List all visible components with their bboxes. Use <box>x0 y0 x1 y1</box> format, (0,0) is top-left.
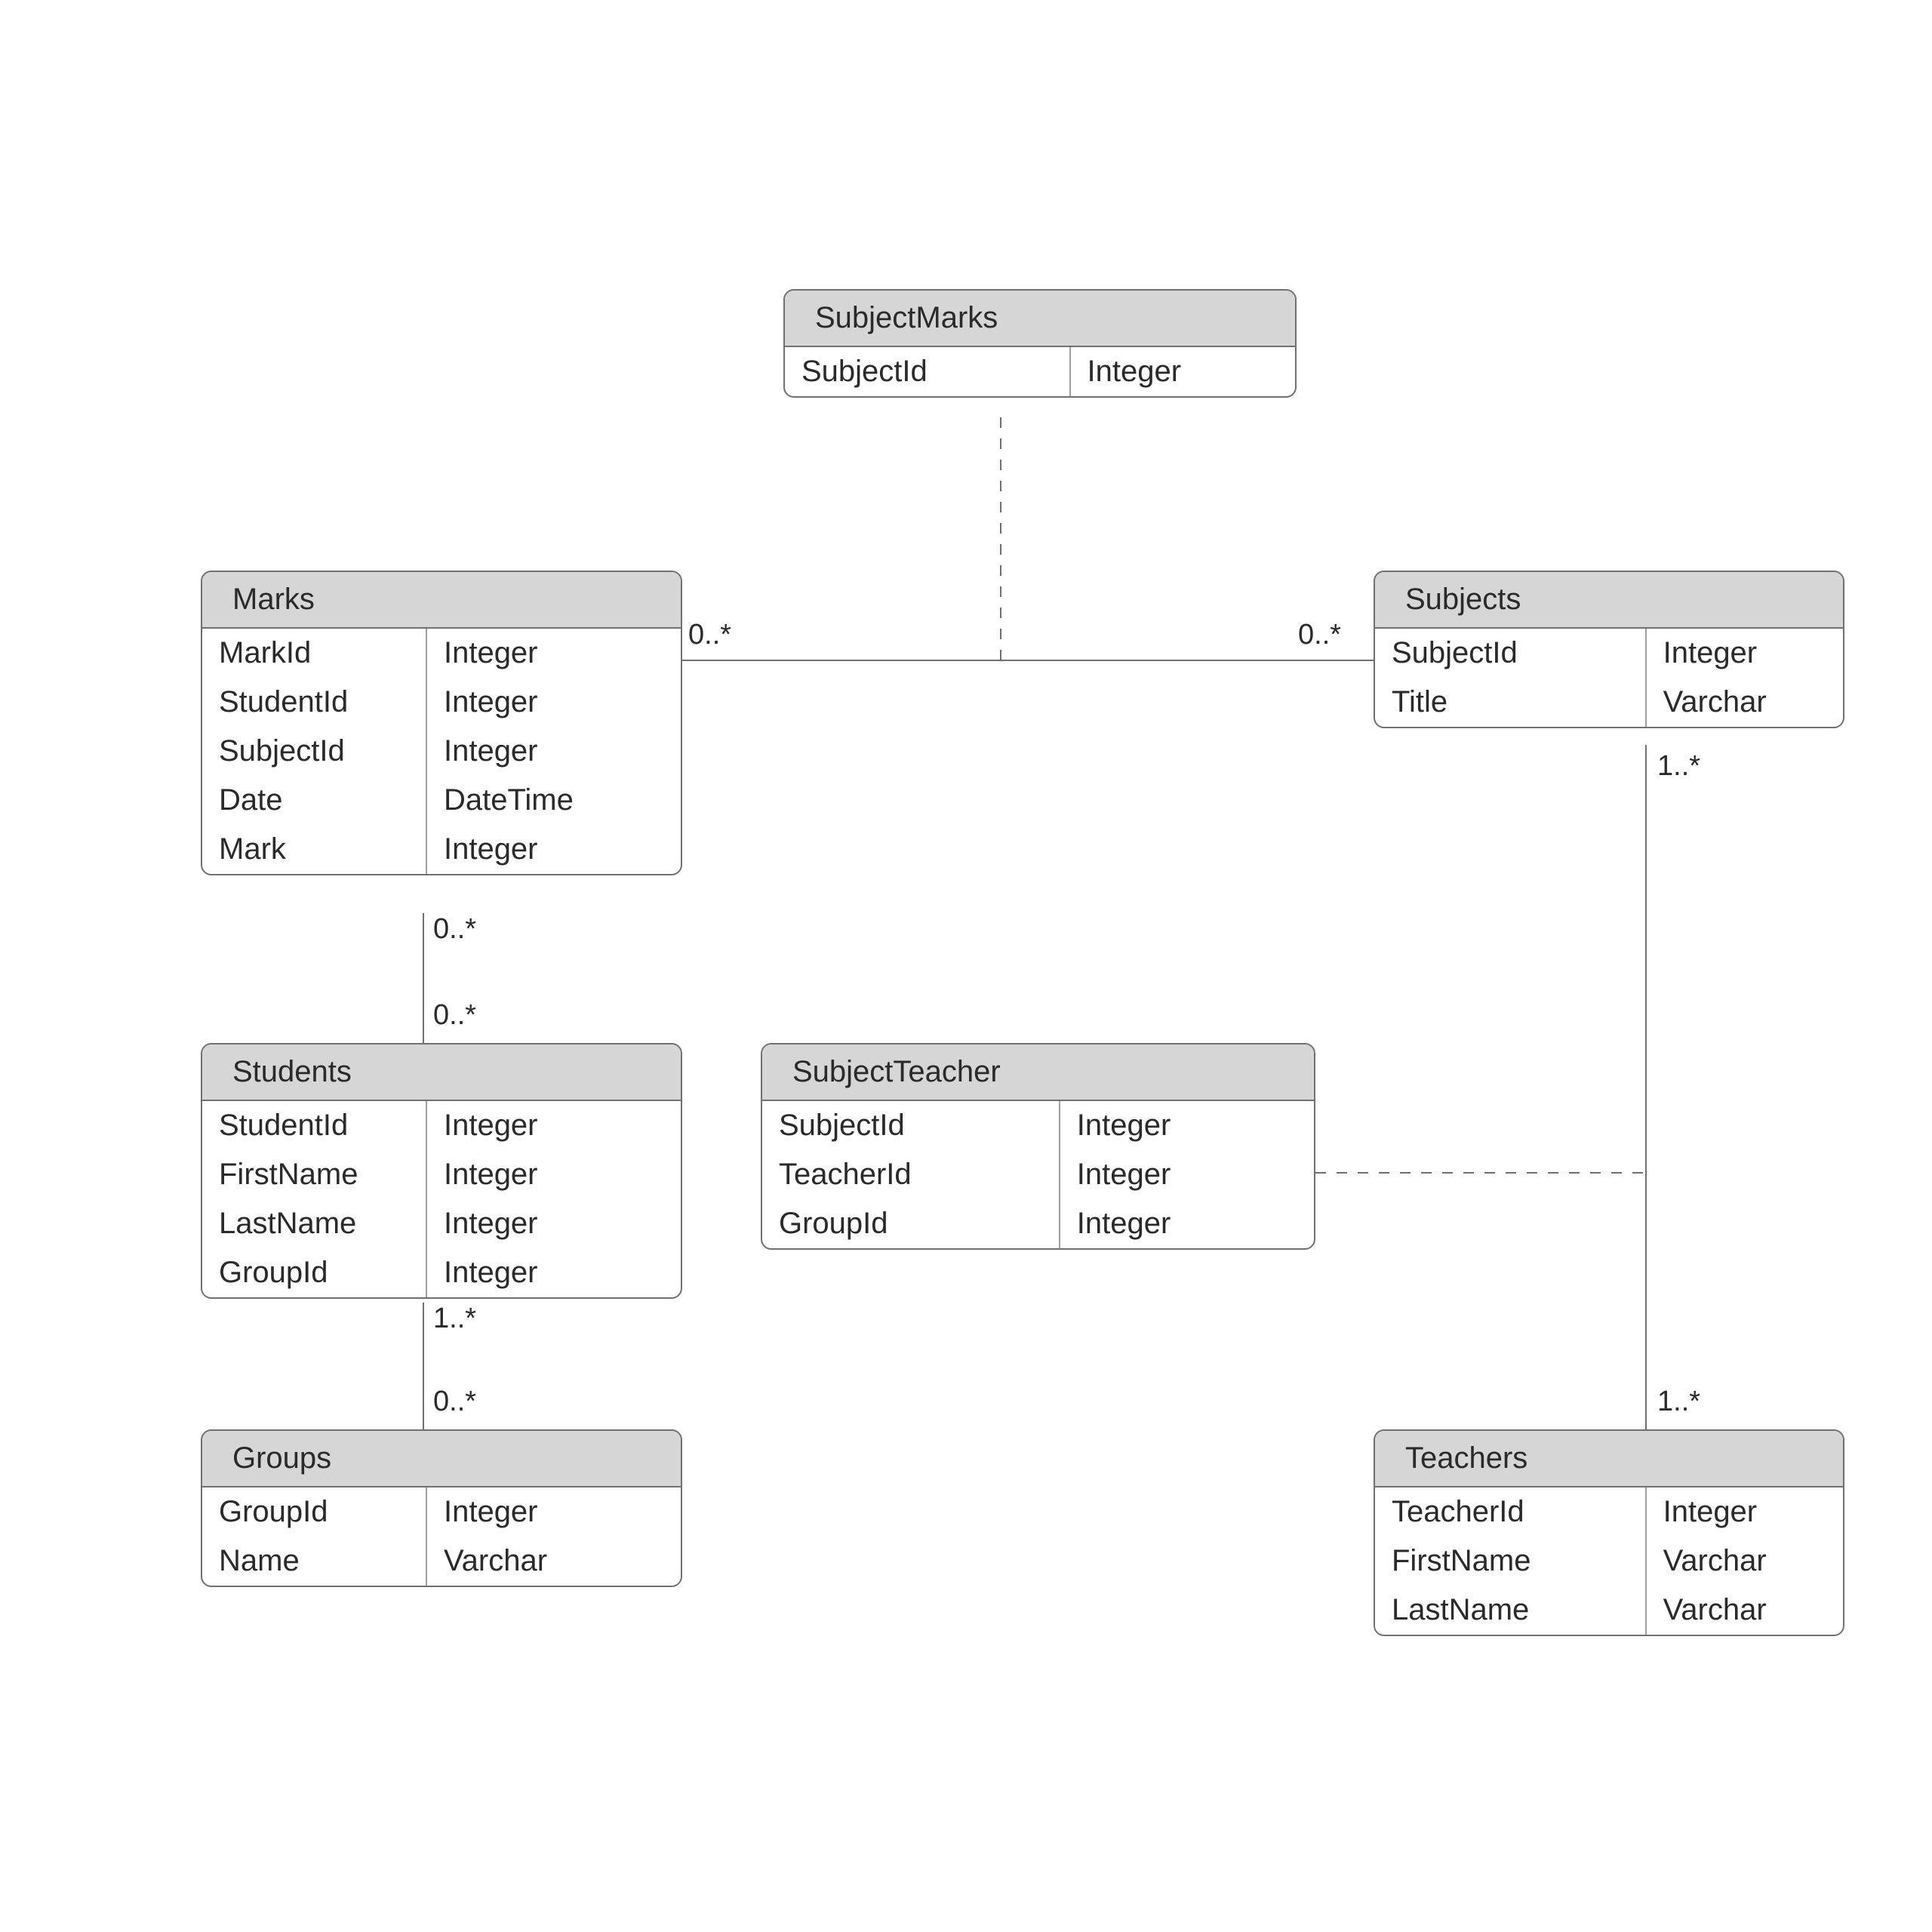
entity-subjectteacher: SubjectTeacher SubjectId Integer Teacher… <box>761 1043 1315 1250</box>
entity-title: Subjects <box>1375 572 1843 629</box>
table-row: Mark Integer <box>202 825 681 874</box>
field-type: Integer <box>427 1101 681 1150</box>
table-row: SubjectId Integer <box>1375 629 1843 678</box>
field-name: TeacherId <box>762 1150 1060 1199</box>
table-row: LastName Integer <box>202 1199 681 1248</box>
table-row: GroupId Integer <box>202 1248 681 1297</box>
entity-title: Students <box>202 1044 681 1101</box>
field-type: Varchar <box>1647 1537 1843 1586</box>
entity-title: Teachers <box>1375 1431 1843 1487</box>
table-row: SubjectId Integer <box>202 727 681 776</box>
entity-title: Marks <box>202 572 681 629</box>
multiplicity-marks-subjects-left: 0..* <box>688 619 731 651</box>
field-type: Integer <box>427 727 681 776</box>
field-type: Varchar <box>1647 1586 1843 1635</box>
entity-students: Students StudentId Integer FirstName Int… <box>201 1043 682 1299</box>
field-type: Integer <box>1060 1101 1314 1150</box>
field-name: FirstName <box>1375 1537 1647 1586</box>
table-row: StudentId Integer <box>202 1101 681 1150</box>
table-row: GroupId Integer <box>762 1199 1314 1248</box>
field-type: Integer <box>427 1248 681 1297</box>
table-row: Date DateTime <box>202 776 681 825</box>
multiplicity-marks-students-top: 0..* <box>433 913 476 946</box>
multiplicity-subjects-teachers-bottom: 1..* <box>1657 1386 1700 1418</box>
field-type: Integer <box>427 1487 681 1537</box>
field-type: Varchar <box>1647 678 1843 727</box>
entity-rows: TeacherId Integer FirstName Varchar Last… <box>1375 1487 1843 1635</box>
table-row: Name Varchar <box>202 1537 681 1586</box>
field-name: GroupId <box>202 1487 427 1537</box>
field-type: Integer <box>1060 1150 1314 1199</box>
entity-teachers: Teachers TeacherId Integer FirstName Var… <box>1374 1429 1844 1636</box>
field-name: SubjectId <box>762 1101 1060 1150</box>
field-type: Integer <box>427 825 681 874</box>
field-type: Integer <box>427 629 681 678</box>
table-row: Title Varchar <box>1375 678 1843 727</box>
entity-title: SubjectMarks <box>785 291 1295 347</box>
entity-title: SubjectTeacher <box>762 1044 1314 1101</box>
field-name: SubjectId <box>1375 629 1647 678</box>
field-name: StudentId <box>202 678 427 727</box>
table-row: StudentId Integer <box>202 678 681 727</box>
entity-marks: Marks MarkId Integer StudentId Integer S… <box>201 571 682 875</box>
table-row: TeacherId Integer <box>762 1150 1314 1199</box>
field-type: Integer <box>1647 1487 1843 1537</box>
table-row: MarkId Integer <box>202 629 681 678</box>
field-type: Varchar <box>427 1537 681 1586</box>
table-row: FirstName Integer <box>202 1150 681 1199</box>
field-type: Integer <box>1060 1199 1314 1248</box>
multiplicity-students-groups-top: 1..* <box>433 1303 476 1335</box>
er-diagram-canvas: SubjectMarks SubjectId Integer Marks Mar… <box>0 0 1932 1932</box>
field-name: SubjectId <box>785 347 1071 396</box>
table-row: GroupId Integer <box>202 1487 681 1537</box>
entity-rows: SubjectId Integer Title Varchar <box>1375 629 1843 727</box>
entity-rows: GroupId Integer Name Varchar <box>202 1487 681 1586</box>
field-name: TeacherId <box>1375 1487 1647 1537</box>
entity-subjects: Subjects SubjectId Integer Title Varchar <box>1374 571 1844 728</box>
field-name: GroupId <box>762 1199 1060 1248</box>
field-name: Name <box>202 1537 427 1586</box>
field-name: GroupId <box>202 1248 427 1297</box>
entity-rows: StudentId Integer FirstName Integer Last… <box>202 1101 681 1297</box>
table-row: SubjectId Integer <box>785 347 1295 396</box>
multiplicity-marks-students-bottom: 0..* <box>433 999 476 1032</box>
field-name: StudentId <box>202 1101 427 1150</box>
entity-title: Groups <box>202 1431 681 1487</box>
field-name: MarkId <box>202 629 427 678</box>
entity-groups: Groups GroupId Integer Name Varchar <box>201 1429 682 1587</box>
field-name: Title <box>1375 678 1647 727</box>
field-type: Integer <box>1647 629 1843 678</box>
multiplicity-students-groups-bottom: 0..* <box>433 1386 476 1418</box>
field-type: Integer <box>1071 347 1295 396</box>
table-row: FirstName Varchar <box>1375 1537 1843 1586</box>
multiplicity-marks-subjects-right: 0..* <box>1298 619 1341 651</box>
entity-rows: SubjectId Integer <box>785 347 1295 396</box>
field-name: LastName <box>202 1199 427 1248</box>
field-name: FirstName <box>202 1150 427 1199</box>
field-name: Mark <box>202 825 427 874</box>
field-type: DateTime <box>427 776 681 825</box>
table-row: LastName Varchar <box>1375 1586 1843 1635</box>
entity-subjectmarks: SubjectMarks SubjectId Integer <box>783 289 1297 398</box>
field-type: Integer <box>427 1199 681 1248</box>
entity-rows: SubjectId Integer TeacherId Integer Grou… <box>762 1101 1314 1248</box>
table-row: TeacherId Integer <box>1375 1487 1843 1537</box>
field-name: Date <box>202 776 427 825</box>
field-type: Integer <box>427 678 681 727</box>
field-name: SubjectId <box>202 727 427 776</box>
table-row: SubjectId Integer <box>762 1101 1314 1150</box>
field-name: LastName <box>1375 1586 1647 1635</box>
multiplicity-subjects-teachers-top: 1..* <box>1657 750 1700 783</box>
field-type: Integer <box>427 1150 681 1199</box>
entity-rows: MarkId Integer StudentId Integer Subject… <box>202 629 681 874</box>
